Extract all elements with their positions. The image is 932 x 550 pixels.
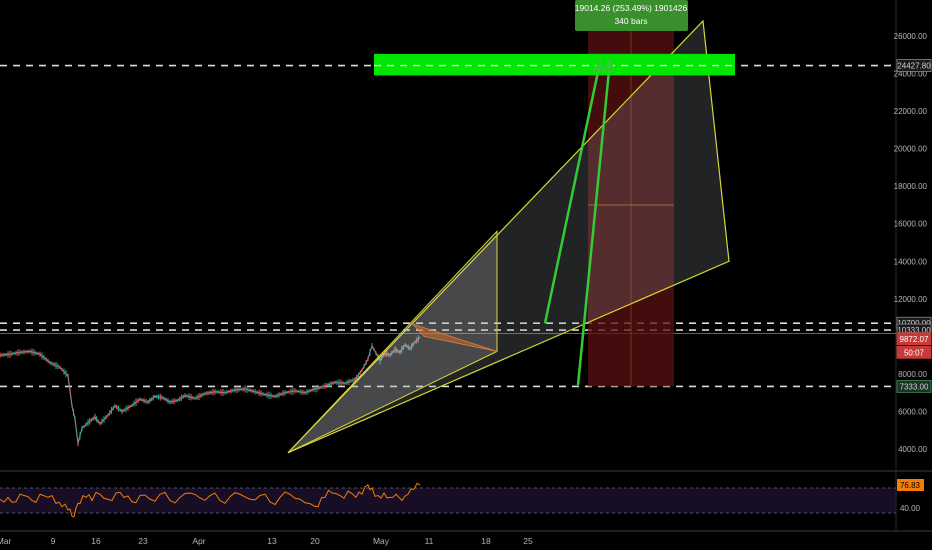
measure-value: 19014.26 (253.49%) 1901426 (575, 3, 688, 13)
rsi-axis-label: 40.00 (900, 504, 921, 513)
time-tick-label: May (373, 536, 390, 546)
time-tick-label: 25 (523, 536, 533, 546)
price-tick-label: 22000.00 (894, 107, 928, 116)
rsi-value-label: 76.83 (900, 481, 921, 490)
price-tick-label: 8000.00 (898, 370, 927, 379)
time-tick-label: Mar (0, 536, 11, 546)
price-label-0: 24427.80 (897, 62, 931, 71)
measure-bars: 340 bars (614, 16, 647, 26)
time-tick-label: 13 (267, 536, 277, 546)
time-tick-label: 20 (310, 536, 320, 546)
measure-tool-badge[interactable]: 19014.26 (253.49%) 1901426 340 bars (575, 0, 688, 31)
price-tick-label: 4000.00 (898, 445, 927, 454)
price-tick-label: 12000.00 (894, 295, 928, 304)
time-tick-label: 11 (425, 536, 434, 546)
chart-svg[interactable]: 26000.0024000.0022000.0020000.0018000.00… (0, 0, 932, 550)
time-tick-label: Apr (192, 536, 205, 546)
price-label-5: 7333.00 (900, 382, 929, 391)
time-tick-label: 9 (51, 536, 56, 546)
target-zone[interactable] (374, 53, 735, 76)
time-tick-label: 16 (91, 536, 101, 546)
price-tick-label: 14000.00 (894, 257, 928, 266)
price-tick-label: 18000.00 (894, 182, 928, 191)
price-label-4: 50:07 (904, 348, 925, 357)
rsi-band (0, 488, 896, 513)
time-tick-label: 23 (138, 536, 148, 546)
price-tick-label: 26000.00 (894, 32, 928, 41)
time-tick-label: 18 (481, 536, 491, 546)
price-tick-label: 16000.00 (894, 220, 928, 229)
price-tick-label: 6000.00 (898, 407, 927, 416)
price-label-3: 9872.07 (900, 335, 929, 344)
rsi-pane[interactable] (0, 482, 896, 518)
price-tick-label: 20000.00 (894, 145, 928, 154)
